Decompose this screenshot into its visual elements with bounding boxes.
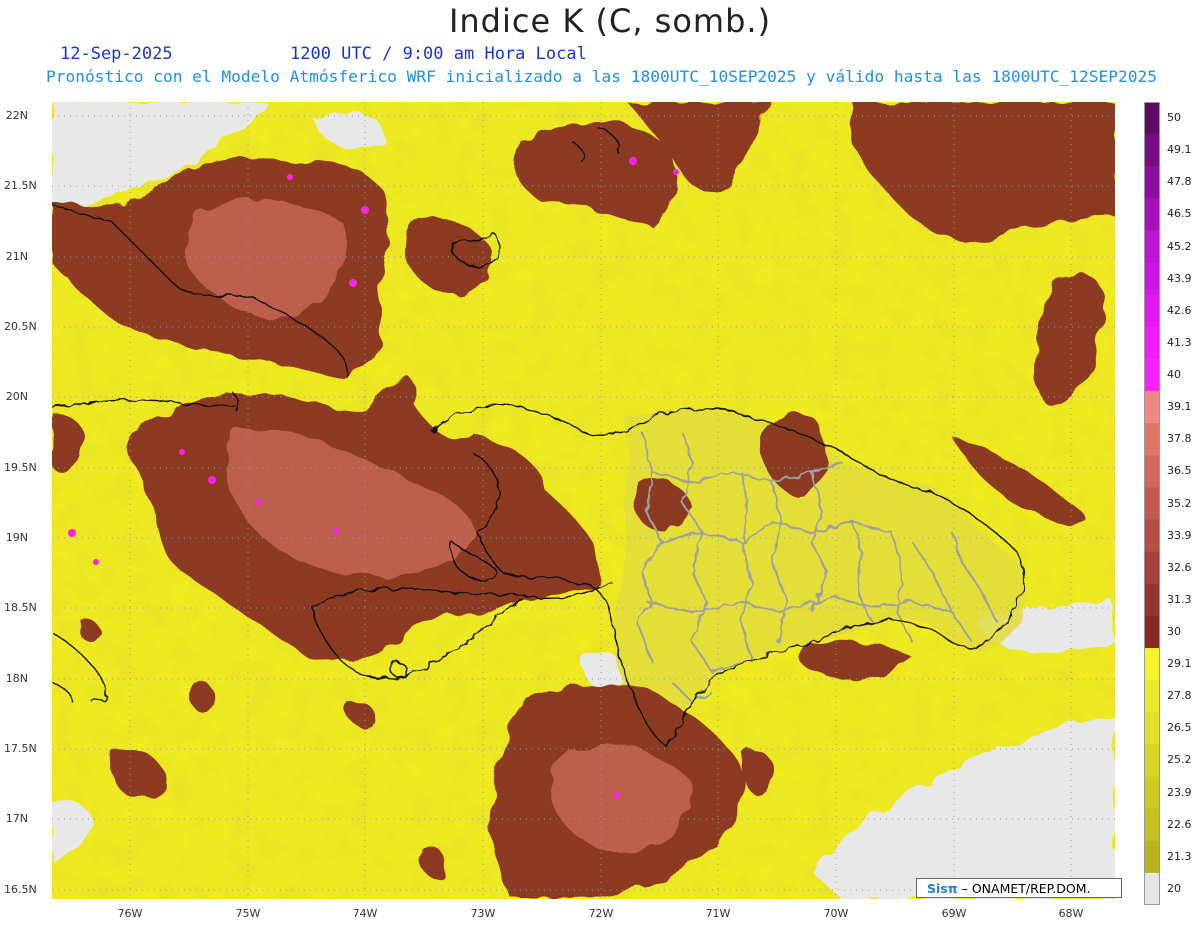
colorbar-label: 21.3 <box>1167 849 1192 863</box>
colorbar-label: 25.2 <box>1167 753 1192 767</box>
colorbar-label: 29.1 <box>1167 657 1192 671</box>
colorbar-label: 30 <box>1167 624 1181 638</box>
colorbar-label: 23.9 <box>1167 785 1192 799</box>
colorbar-swatch <box>1144 230 1160 264</box>
colorbar-label: 37.8 <box>1167 432 1192 446</box>
colorbar-label: 49.1 <box>1167 143 1192 157</box>
lon-label: 68W <box>1058 907 1084 920</box>
colorbar-swatch <box>1144 712 1160 745</box>
colorbar-swatch <box>1144 551 1160 585</box>
valid-time: 1200 UTC / 9:00 am Hora Local <box>290 44 587 64</box>
colorbar-label: 50 <box>1167 111 1181 125</box>
colorbar-swatch <box>1144 872 1160 905</box>
colorbar-label: 33.9 <box>1167 528 1192 542</box>
lon-label: 76W <box>117 907 143 920</box>
colorbar-swatch <box>1144 744 1160 778</box>
colorbar-label: 31.3 <box>1167 592 1192 606</box>
lon-label: 74W <box>352 907 378 920</box>
colorbar-swatch <box>1144 358 1160 392</box>
colorbar-label: 43.9 <box>1167 271 1192 285</box>
lon-label: 70W <box>823 907 849 920</box>
lat-label: 22N <box>5 109 28 122</box>
colorbar-label: 42.6 <box>1167 303 1192 317</box>
colorbar-swatch <box>1144 487 1160 521</box>
colorbar-label: 36.5 <box>1167 464 1192 478</box>
credit-text: – ONAMET/REP.DOM. <box>961 881 1091 896</box>
colorbar-label: 27.8 <box>1167 689 1192 703</box>
colorbar-swatch <box>1144 326 1160 360</box>
colorbar-label: 46.5 <box>1167 207 1192 221</box>
lon-label: 75W <box>235 907 261 920</box>
colorbar-swatch <box>1144 808 1160 842</box>
colorbar-label: 40 <box>1167 368 1181 382</box>
lat-label: 16.5N <box>4 883 37 896</box>
colorbar-swatch <box>1144 455 1160 488</box>
colorbar-swatch <box>1144 583 1160 617</box>
lat-label: 17N <box>5 812 28 825</box>
colorbar-swatch <box>1144 519 1160 553</box>
lat-label: 20N <box>5 390 28 403</box>
colorbar-swatch <box>1144 776 1160 810</box>
lon-label: 72W <box>588 907 614 920</box>
lat-label: 21N <box>5 250 28 263</box>
credit-box: Sisπ – ONAMET/REP.DOM. <box>916 878 1122 898</box>
forecast-description: Pronóstico con el Modelo Atmósferico WRF… <box>46 67 1158 86</box>
valid-date: 12-Sep-2025 <box>60 44 173 64</box>
colorbar-swatch <box>1144 840 1160 874</box>
colorbar-swatch <box>1144 262 1160 296</box>
colorbar-swatch <box>1144 391 1160 424</box>
colorbar-label: 35.2 <box>1167 496 1192 510</box>
colorbar-label: 47.8 <box>1167 175 1192 189</box>
colorbar <box>1144 102 1160 905</box>
colorbar-label: 41.3 <box>1167 335 1192 349</box>
colorbar-label: 22.6 <box>1167 817 1192 831</box>
lat-label: 19.5N <box>4 461 37 474</box>
lat-label: 18N <box>5 672 28 685</box>
colorbar-swatch <box>1144 294 1160 328</box>
colorbar-swatch <box>1144 102 1160 135</box>
colorbar-label: 39.1 <box>1167 400 1192 414</box>
lat-label: 20.5N <box>4 320 37 333</box>
colorbar-swatch <box>1144 680 1160 713</box>
lat-label: 17.5N <box>4 742 37 755</box>
colorbar-swatch <box>1144 648 1160 681</box>
colorbar-label: 26.5 <box>1167 721 1192 735</box>
colorbar-swatch <box>1144 423 1160 456</box>
lat-label: 18.5N <box>4 601 37 614</box>
colorbar-swatch <box>1144 166 1160 199</box>
k-index-map <box>52 102 1115 899</box>
map-title: Indice K (C, somb.) <box>448 2 772 40</box>
lon-label: 73W <box>470 907 496 920</box>
colorbar-swatch <box>1144 615 1160 649</box>
lon-label: 71W <box>705 907 731 920</box>
colorbar-label: 45.2 <box>1167 239 1192 253</box>
lat-label: 19N <box>5 531 28 544</box>
colorbar-label: 20 <box>1167 881 1181 895</box>
colorbar-label: 32.6 <box>1167 560 1192 574</box>
lon-label: 69W <box>941 907 967 920</box>
sispi-logo: Sisπ <box>927 881 958 896</box>
colorbar-swatch <box>1144 198 1160 231</box>
colorbar-swatch <box>1144 134 1160 167</box>
lat-label: 21.5N <box>4 179 37 192</box>
